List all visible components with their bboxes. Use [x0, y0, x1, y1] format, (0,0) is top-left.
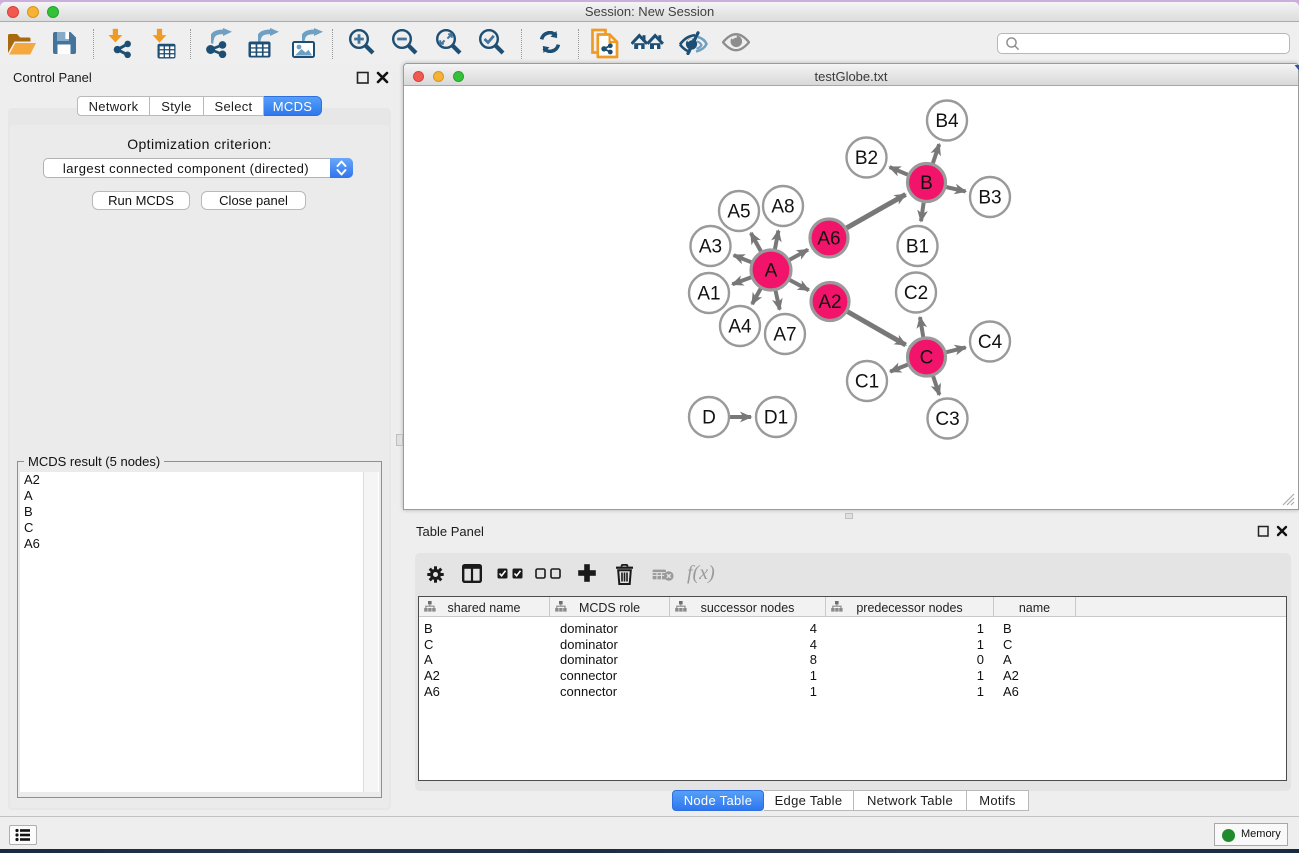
svg-text:A7: A7	[773, 325, 796, 346]
svg-text:A8: A8	[771, 197, 794, 218]
svg-text:C1: C1	[855, 372, 879, 393]
svg-text:D: D	[702, 408, 716, 429]
svg-text:D1: D1	[764, 408, 788, 429]
svg-text:A5: A5	[727, 202, 750, 223]
svg-text:B1: B1	[906, 237, 929, 258]
svg-text:B4: B4	[935, 111, 959, 132]
svg-text:A: A	[765, 261, 778, 282]
svg-text:B3: B3	[978, 188, 1001, 209]
svg-text:A3: A3	[699, 237, 722, 258]
svg-text:A4: A4	[728, 317, 752, 338]
svg-text:B: B	[920, 173, 933, 194]
svg-text:A2: A2	[818, 292, 841, 313]
svg-text:C: C	[920, 348, 934, 369]
svg-text:B2: B2	[855, 148, 878, 169]
svg-text:A6: A6	[817, 229, 840, 250]
svg-text:C4: C4	[978, 332, 1003, 353]
svg-text:C2: C2	[904, 283, 928, 304]
svg-text:A1: A1	[697, 284, 720, 305]
svg-text:C3: C3	[935, 409, 959, 430]
